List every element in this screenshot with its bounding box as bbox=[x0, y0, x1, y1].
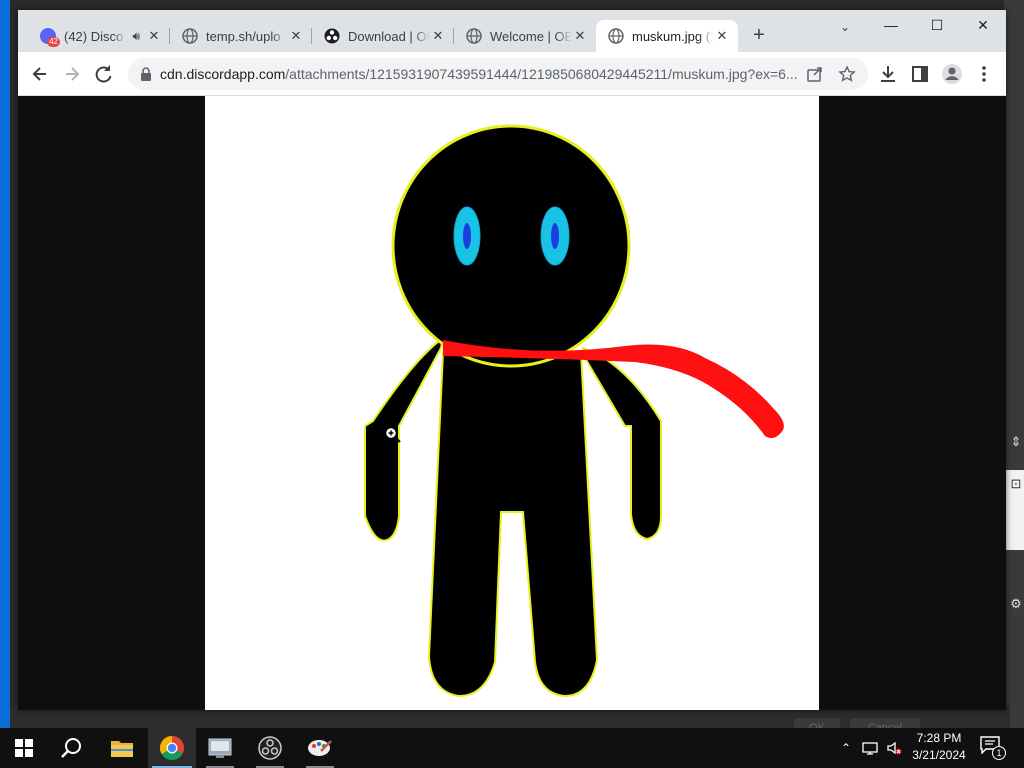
lock-icon[interactable] bbox=[138, 66, 154, 82]
search-button[interactable] bbox=[48, 728, 96, 768]
tab-obs-welcome[interactable]: Welcome | OB ✕ bbox=[454, 20, 596, 52]
head bbox=[391, 124, 631, 368]
browser-toolbar: cdn.discordapp.com/attachments/121593190… bbox=[18, 52, 1006, 96]
globe-icon bbox=[608, 28, 624, 44]
clock-date: 3/21/2024 bbox=[912, 748, 966, 762]
tab-title: muskum.jpg (1 bbox=[632, 28, 714, 44]
back-icon[interactable] bbox=[26, 60, 54, 88]
paint-button[interactable] bbox=[296, 728, 344, 768]
gear-icon[interactable]: ⚙ bbox=[1008, 596, 1024, 612]
network-icon[interactable] bbox=[862, 740, 878, 756]
obs-icon bbox=[258, 736, 282, 760]
windows-icon bbox=[15, 739, 33, 757]
image-view[interactable] bbox=[205, 96, 819, 710]
speaker-icon[interactable]: 🔊︎ bbox=[132, 29, 140, 44]
clock-time: 7:28 PM bbox=[916, 731, 962, 745]
file-explorer-button[interactable] bbox=[98, 728, 146, 768]
tab-strip: 42 (42) Disco 🔊︎ ✕ temp.sh/uplo ✕ Downlo… bbox=[18, 10, 1006, 52]
start-button[interactable] bbox=[0, 728, 48, 768]
close-window-button[interactable]: ✕ bbox=[960, 10, 1006, 42]
taskbar: ⌃ 7:28 PM 3/21/2024 1 bbox=[0, 728, 1024, 768]
chrome-window: 42 (42) Disco 🔊︎ ✕ temp.sh/uplo ✕ Downlo… bbox=[18, 10, 1006, 710]
left-pupil bbox=[463, 223, 471, 249]
tab-muskum-jpg[interactable]: muskum.jpg (1 ✕ bbox=[596, 20, 738, 52]
app-icon bbox=[208, 738, 232, 758]
profile-icon bbox=[942, 64, 962, 84]
window-icon[interactable]: ⊡ bbox=[1008, 476, 1024, 492]
tab-title: Download | OB bbox=[348, 28, 430, 44]
right-pupil bbox=[551, 223, 559, 249]
globe-icon bbox=[182, 28, 198, 44]
volume-muted-icon[interactable] bbox=[886, 740, 902, 756]
forward-icon[interactable] bbox=[58, 60, 86, 88]
notification-badge: 42 bbox=[47, 37, 60, 47]
chrome-icon bbox=[159, 736, 185, 761]
tab-obs-download[interactable]: Download | OB ✕ bbox=[312, 20, 454, 52]
obs-icon bbox=[324, 28, 340, 44]
notification-center-button[interactable]: 1 bbox=[980, 736, 1006, 760]
address-bar[interactable]: cdn.discordapp.com/attachments/121593190… bbox=[128, 58, 868, 90]
body bbox=[427, 351, 599, 698]
desktop-accent bbox=[0, 0, 10, 728]
globe-icon bbox=[466, 28, 482, 44]
menu-dots-icon[interactable] bbox=[970, 60, 998, 88]
file-explorer-icon bbox=[111, 741, 133, 757]
share-icon[interactable] bbox=[806, 65, 824, 83]
discord-icon: 42 bbox=[40, 28, 60, 47]
tab-discord[interactable]: 42 (42) Disco 🔊︎ ✕ bbox=[28, 20, 170, 52]
download-icon[interactable] bbox=[874, 60, 902, 88]
close-tab-icon[interactable]: ✕ bbox=[288, 28, 304, 44]
close-tab-icon[interactable]: ✕ bbox=[430, 28, 446, 44]
bookmark-star-icon[interactable] bbox=[838, 65, 856, 83]
tab-temp-sh[interactable]: temp.sh/uplo ✕ bbox=[170, 20, 312, 52]
clock[interactable]: 7:28 PM 3/21/2024 bbox=[906, 730, 972, 766]
background-app-window: ⇕ ⊡ ⚙ bbox=[1004, 0, 1024, 728]
desktop: ⇕ ⊡ ⚙ OK Cancel 42 (42) Disco 🔊︎ ✕ temp.… bbox=[0, 0, 1024, 768]
search-icon bbox=[61, 738, 81, 758]
notification-count: 1 bbox=[992, 746, 1006, 760]
profile-avatar[interactable] bbox=[938, 60, 966, 88]
zoom-in-cursor-icon bbox=[384, 426, 401, 443]
chrome-button[interactable] bbox=[148, 728, 196, 768]
scroll-icon[interactable]: ⇕ bbox=[1008, 434, 1024, 450]
muskum-image[interactable] bbox=[205, 96, 819, 710]
tab-title: Welcome | OB bbox=[490, 28, 572, 44]
close-tab-icon[interactable]: ✕ bbox=[146, 28, 162, 44]
right-arm bbox=[581, 346, 662, 541]
new-tab-button[interactable]: + bbox=[748, 25, 770, 47]
tab-search-icon[interactable]: ⌄ bbox=[834, 16, 856, 38]
url-host: cdn.discordapp.com bbox=[160, 66, 286, 82]
maximize-button[interactable]: ☐ bbox=[914, 10, 960, 42]
minimize-button[interactable]: — bbox=[868, 10, 914, 42]
url-path: /attachments/1215931907439591444/1219850… bbox=[285, 66, 798, 82]
close-tab-icon[interactable]: ✕ bbox=[714, 28, 730, 44]
url-text[interactable]: cdn.discordapp.com/attachments/121593190… bbox=[160, 66, 798, 82]
page-content bbox=[18, 96, 1006, 710]
tab-title: (42) Disco bbox=[64, 28, 124, 44]
reload-icon[interactable] bbox=[90, 60, 118, 88]
tab-title: temp.sh/uplo bbox=[206, 28, 281, 44]
paint-icon bbox=[308, 740, 332, 756]
side-panel-icon[interactable] bbox=[906, 60, 934, 88]
obs-button[interactable] bbox=[246, 728, 294, 768]
show-hidden-icons-icon[interactable]: ⌃ bbox=[838, 740, 854, 756]
app-button[interactable] bbox=[196, 728, 244, 768]
left-arm bbox=[364, 335, 445, 542]
close-tab-icon[interactable]: ✕ bbox=[572, 28, 588, 44]
